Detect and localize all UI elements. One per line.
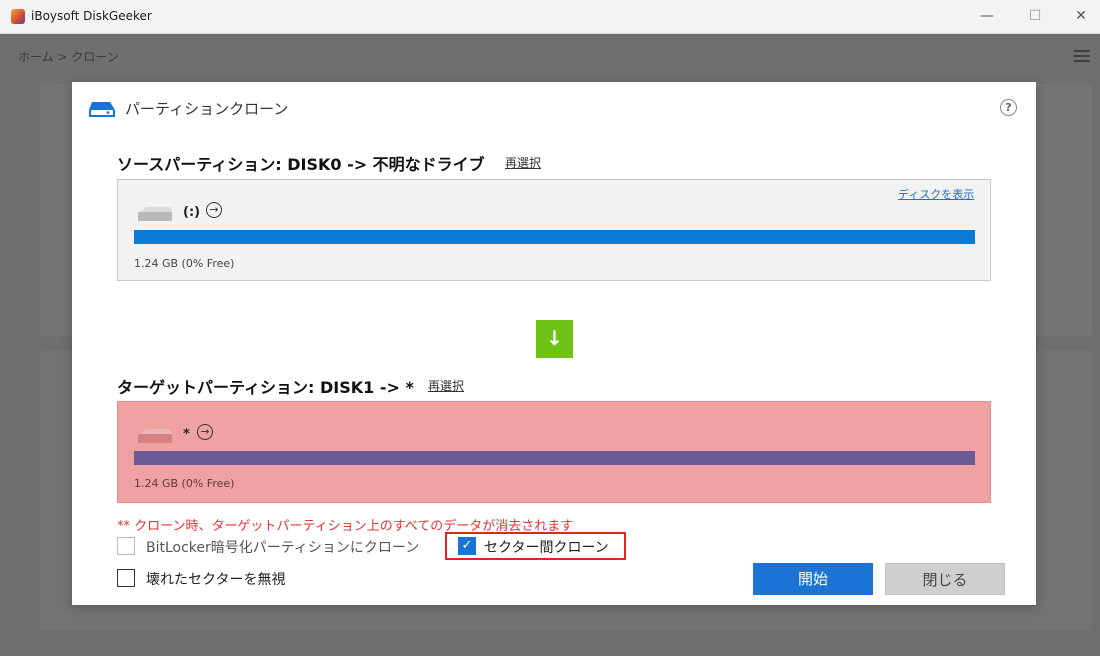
source-reselect-link[interactable]: 再選択	[505, 154, 541, 171]
target-size-text: 1.24 GB (0% Free)	[134, 477, 235, 490]
partition-clone-dialog: パーティションクローン ? ソースパーティション: DISK0 -> 不明なドラ…	[72, 82, 1036, 605]
source-partition-name: (:)	[183, 205, 201, 220]
sector-by-sector-option[interactable]: ✓ セクター間クローン	[455, 534, 625, 558]
ignore-bad-sectors-checkbox[interactable]	[117, 569, 135, 587]
arrow-down-icon: ↓	[536, 320, 573, 358]
app-logo-icon	[11, 9, 25, 24]
arrow-right-icon[interactable]: →	[206, 202, 222, 218]
close-button[interactable]: 閉じる	[885, 563, 1005, 595]
source-size-text: 1.24 GB (0% Free)	[134, 257, 235, 270]
sector-by-sector-checkbox[interactable]: ✓	[458, 537, 476, 555]
sector-by-sector-label: セクター間クローン	[484, 540, 609, 556]
ignore-bad-sectors-option[interactable]: 壊れたセクターを無視	[117, 569, 317, 589]
start-button[interactable]: 開始	[753, 563, 873, 595]
maximize-icon[interactable]: ☐	[1012, 0, 1058, 33]
breadcrumb: ホーム > クローン	[18, 50, 119, 64]
target-partition-name: *	[183, 427, 190, 442]
drive-icon	[138, 207, 172, 221]
show-disk-link[interactable]: ディスクを表示	[898, 186, 974, 202]
target-partition-card[interactable]: * → 1.24 GB (0% Free)	[117, 401, 991, 503]
source-usage-bar	[134, 230, 975, 244]
menu-icon	[1074, 50, 1090, 62]
help-icon[interactable]: ?	[1000, 99, 1017, 116]
title-bar: iBoysoft DiskGeeker — ☐ ✕	[0, 0, 1100, 34]
target-partition-heading: ターゲットパーティション: DISK1 -> *	[117, 378, 414, 397]
arrow-right-icon[interactable]: →	[197, 424, 213, 440]
minimize-icon[interactable]: —	[964, 0, 1010, 33]
dialog-title: パーティションクローン	[125, 100, 289, 118]
bitlocker-label: BitLocker暗号化パーティションにクローン	[146, 540, 420, 556]
source-partition-card[interactable]: ディスクを表示 (:) → 1.24 GB (0% Free)	[117, 179, 991, 281]
source-partition-heading: ソースパーティション: DISK0 -> 不明なドライブ	[117, 155, 485, 174]
close-icon[interactable]: ✕	[1058, 0, 1100, 33]
ignore-bad-sectors-label: 壊れたセクターを無視	[146, 572, 286, 588]
bitlocker-option[interactable]: BitLocker暗号化パーティションにクローン	[117, 537, 447, 557]
window-title: iBoysoft DiskGeeker	[31, 9, 152, 23]
disk-clone-icon	[89, 102, 115, 117]
target-reselect-link[interactable]: 再選択	[428, 377, 464, 394]
target-usage-bar	[134, 451, 975, 465]
drive-icon	[138, 429, 172, 443]
bitlocker-checkbox[interactable]	[117, 537, 135, 555]
